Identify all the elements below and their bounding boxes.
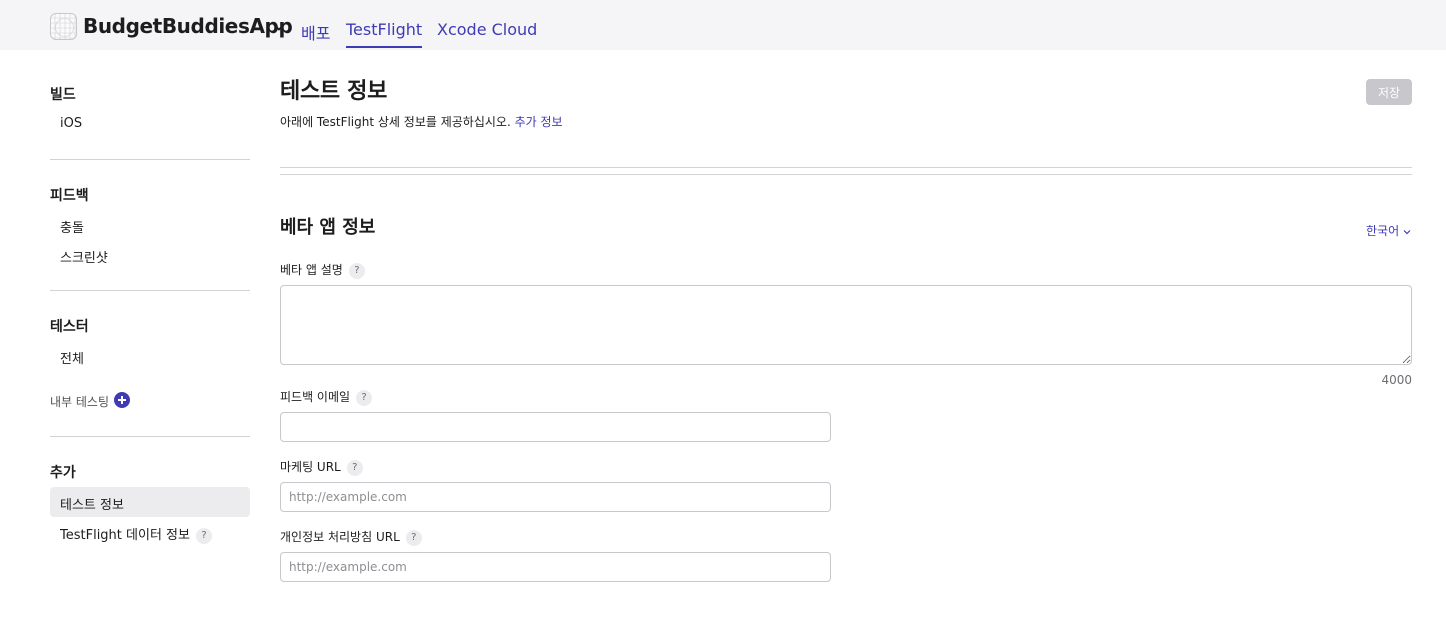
sidebar-item-crashes[interactable]: 충돌	[60, 217, 84, 236]
sidebar-divider	[50, 290, 250, 291]
field-label-text: 개인정보 처리방침 URL	[280, 530, 400, 544]
feedback-email-field[interactable]	[280, 412, 831, 442]
save-button[interactable]: 저장	[1366, 79, 1412, 105]
privacy-policy-url-label: 개인정보 처리방침 URL?	[280, 528, 422, 546]
sidebar-item-screenshots[interactable]: 스크린샷	[60, 247, 108, 266]
subtitle-text: 아래에 TestFlight 상세 정보를 제공하십시오.	[280, 115, 511, 129]
sidebar-heading-additional: 추가	[50, 465, 76, 481]
beta-description-field[interactable]	[280, 285, 1412, 365]
help-icon[interactable]: ?	[356, 389, 373, 406]
language-select[interactable]: 한국어	[1366, 222, 1411, 239]
language-label: 한국어	[1366, 224, 1400, 238]
help-icon[interactable]: ?	[348, 262, 365, 279]
field-label-text: 피드백 이메일	[280, 390, 351, 404]
tab-xcode-cloud[interactable]: Xcode Cloud	[437, 20, 537, 39]
help-icon[interactable]: ?	[405, 529, 422, 546]
sidebar-heading-feedback: 피드백	[50, 188, 89, 204]
field-label-text: 마케팅 URL	[280, 460, 341, 474]
section-divider	[280, 167, 1412, 168]
sidebar-divider	[50, 159, 250, 160]
chevron-down-icon[interactable]	[272, 20, 286, 34]
section-title-beta-app-info: 베타 앱 정보	[280, 217, 376, 238]
feedback-email-label: 피드백 이메일?	[280, 388, 373, 406]
sidebar-item-test-information[interactable]: 테스트 정보	[60, 494, 124, 513]
sidebar-item-ios[interactable]: iOS	[60, 116, 82, 131]
sidebar-item-all-testers[interactable]: 전체	[60, 348, 84, 367]
help-icon[interactable]: ?	[195, 527, 212, 544]
sidebar-heading-testers: 테스터	[50, 319, 89, 335]
app-icon[interactable]	[50, 13, 77, 40]
internal-testing-label: 내부 테스팅	[50, 395, 110, 409]
beta-description-label: 베타 앱 설명?	[280, 261, 365, 279]
privacy-policy-url-field[interactable]	[280, 552, 831, 582]
add-internal-group-button[interactable]	[114, 392, 130, 408]
sidebar-item-testflight-data[interactable]: TestFlight 데이터 정보?	[60, 524, 212, 544]
page-title: 테스트 정보	[280, 79, 388, 104]
page-subtitle: 아래에 TestFlight 상세 정보를 제공하십시오. 추가 정보	[280, 113, 563, 130]
top-bar: BudgetBuddiesApp 배포 TestFlight Xcode Clo…	[0, 0, 1446, 50]
more-info-link[interactable]: 추가 정보	[515, 115, 563, 129]
sidebar-heading-builds: 빌드	[50, 87, 76, 103]
tab-testflight[interactable]: TestFlight	[346, 20, 423, 48]
char-limit-counter: 4000	[1381, 373, 1412, 387]
chevron-down-icon	[1403, 229, 1411, 234]
marketing-url-field[interactable]	[280, 482, 831, 512]
sidebar-divider	[50, 436, 250, 437]
sidebar-item-label: TestFlight 데이터 정보	[60, 528, 190, 543]
app-name[interactable]: BudgetBuddiesApp	[83, 14, 293, 38]
section-divider	[280, 174, 1412, 175]
field-label-text: 베타 앱 설명	[280, 263, 343, 277]
help-icon[interactable]: ?	[346, 459, 363, 476]
marketing-url-label: 마케팅 URL?	[280, 458, 363, 476]
tab-distribution[interactable]: 배포	[301, 20, 330, 44]
